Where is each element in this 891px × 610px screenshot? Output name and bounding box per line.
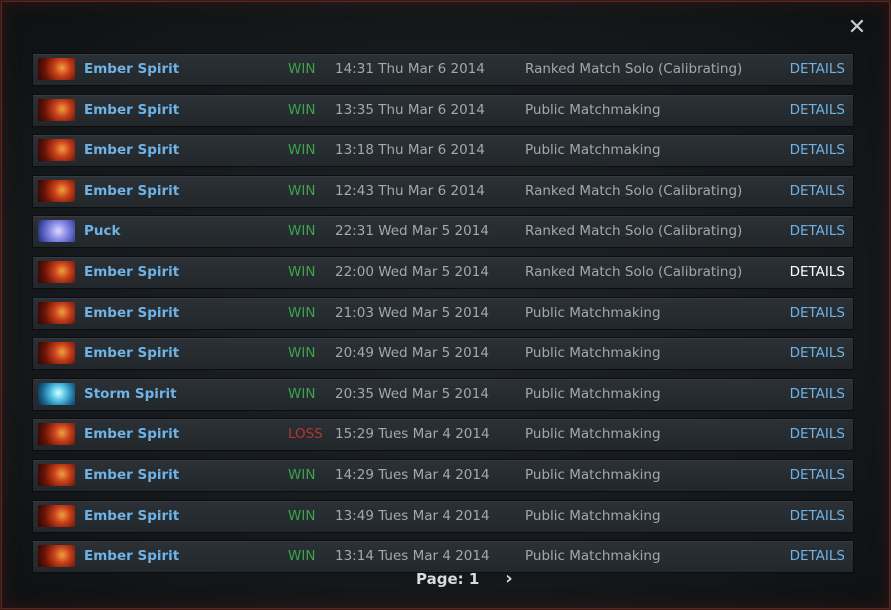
match-result: WIN xyxy=(288,304,316,321)
match-result: WIN xyxy=(288,223,316,240)
match-mode: Ranked Match Solo (Calibrating) xyxy=(525,263,743,280)
match-row[interactable]: Ember Spirit WIN 13:49 Tues Mar 4 2014 P… xyxy=(32,499,854,533)
match-result: WIN xyxy=(288,182,316,199)
match-time: 15:29 Tues Mar 4 2014 xyxy=(335,426,490,443)
ember-hero-icon xyxy=(38,504,75,527)
hero-name[interactable]: Ember Spirit xyxy=(84,298,179,329)
match-mode: Public Matchmaking xyxy=(525,304,661,321)
match-mode: Public Matchmaking xyxy=(525,507,661,524)
hero-name[interactable]: Storm Spirit xyxy=(84,379,177,410)
ember-hero-icon xyxy=(38,260,75,283)
details-button[interactable]: DETAILS xyxy=(790,379,845,410)
match-row[interactable]: Storm Spirit WIN 20:35 Wed Mar 5 2014 Pu… xyxy=(32,377,854,411)
details-button[interactable]: DETAILS xyxy=(790,135,845,166)
match-mode: Ranked Match Solo (Calibrating) xyxy=(525,182,743,199)
ember-hero-icon xyxy=(38,463,75,486)
details-button[interactable]: DETAILS xyxy=(790,54,845,85)
hero-name[interactable]: Ember Spirit xyxy=(84,257,179,288)
puck-hero-icon xyxy=(38,220,75,243)
details-button[interactable]: DETAILS xyxy=(790,95,845,126)
match-result: WIN xyxy=(288,263,316,280)
match-result: WIN xyxy=(288,385,316,402)
hero-name[interactable]: Ember Spirit xyxy=(84,54,179,85)
match-row[interactable]: Ember Spirit WIN 14:29 Tues Mar 4 2014 P… xyxy=(32,458,854,492)
hero-name[interactable]: Ember Spirit xyxy=(84,501,179,532)
match-row[interactable]: Ember Spirit WIN 12:43 Thu Mar 6 2014 Ra… xyxy=(32,174,854,208)
match-mode: Public Matchmaking xyxy=(525,142,661,159)
match-mode: Ranked Match Solo (Calibrating) xyxy=(525,61,743,77)
ember-hero-icon xyxy=(38,58,75,80)
match-row[interactable]: Ember Spirit WIN 13:18 Thu Mar 6 2014 Pu… xyxy=(32,134,854,168)
chevron-right-icon[interactable]: › xyxy=(500,567,518,591)
match-row[interactable]: Ember Spirit WIN 21:03 Wed Mar 5 2014 Pu… xyxy=(32,296,854,330)
match-row[interactable]: Puck WIN 22:31 Wed Mar 5 2014 Ranked Mat… xyxy=(32,215,854,249)
details-button[interactable]: DETAILS xyxy=(790,501,845,532)
hero-name[interactable]: Ember Spirit xyxy=(84,460,179,491)
match-result: LOSS xyxy=(288,426,323,443)
match-mode: Public Matchmaking xyxy=(525,101,661,118)
hero-name[interactable]: Puck xyxy=(84,216,121,247)
match-time: 12:43 Thu Mar 6 2014 xyxy=(335,182,485,199)
hero-name[interactable]: Ember Spirit xyxy=(84,419,179,450)
match-mode: Public Matchmaking xyxy=(525,426,661,443)
details-button[interactable]: DETAILS xyxy=(790,176,845,207)
ember-hero-icon xyxy=(38,98,75,121)
details-button[interactable]: DETAILS xyxy=(790,257,845,288)
details-button[interactable]: DETAILS xyxy=(790,298,845,329)
details-button[interactable]: DETAILS xyxy=(790,216,845,247)
match-result: WIN xyxy=(288,61,316,77)
match-time: 22:00 Wed Mar 5 2014 xyxy=(335,263,489,280)
match-history-dialog: ✕ Ember Spirit WIN 14:31 Thu Mar 6 2014 … xyxy=(0,0,891,610)
match-row[interactable]: Ember Spirit WIN 22:00 Wed Mar 5 2014 Ra… xyxy=(32,255,854,289)
hero-name[interactable]: Ember Spirit xyxy=(84,135,179,166)
ember-hero-icon xyxy=(38,179,75,202)
hero-name[interactable]: Ember Spirit xyxy=(84,338,179,369)
match-mode: Public Matchmaking xyxy=(525,466,661,483)
storm-hero-icon xyxy=(38,382,75,405)
match-time: 22:31 Wed Mar 5 2014 xyxy=(335,223,489,240)
match-mode: Public Matchmaking xyxy=(525,345,661,362)
ember-hero-icon xyxy=(38,139,75,162)
match-time: 21:03 Wed Mar 5 2014 xyxy=(335,304,489,321)
hero-name[interactable]: Ember Spirit xyxy=(84,176,179,207)
match-time: 14:29 Tues Mar 4 2014 xyxy=(335,466,490,483)
match-result: WIN xyxy=(288,101,316,118)
details-button[interactable]: DETAILS xyxy=(790,419,845,450)
ember-hero-icon xyxy=(38,301,75,324)
pagination: Page: 1 › xyxy=(1,567,891,591)
match-time: 13:49 Tues Mar 4 2014 xyxy=(335,507,490,524)
details-button[interactable]: DETAILS xyxy=(790,460,845,491)
match-row[interactable]: Ember Spirit WIN 20:49 Wed Mar 5 2014 Pu… xyxy=(32,337,854,371)
match-result: WIN xyxy=(288,345,316,362)
match-time: 14:31 Thu Mar 6 2014 xyxy=(335,61,485,77)
match-time: 20:35 Wed Mar 5 2014 xyxy=(335,385,489,402)
match-row[interactable]: Ember Spirit WIN 13:35 Thu Mar 6 2014 Pu… xyxy=(32,93,854,127)
page-label: Page: 1 xyxy=(416,570,480,588)
match-mode: Ranked Match Solo (Calibrating) xyxy=(525,223,743,240)
details-button[interactable]: DETAILS xyxy=(790,338,845,369)
match-time: 20:49 Wed Mar 5 2014 xyxy=(335,345,489,362)
match-time: 13:35 Thu Mar 6 2014 xyxy=(335,101,485,118)
match-time: 13:18 Thu Mar 6 2014 xyxy=(335,142,485,159)
match-result: WIN xyxy=(288,466,316,483)
ember-hero-icon xyxy=(38,423,75,446)
match-result: WIN xyxy=(288,507,316,524)
match-list: Ember Spirit WIN 14:31 Thu Mar 6 2014 Ra… xyxy=(32,53,854,581)
match-mode: Public Matchmaking xyxy=(525,385,661,402)
match-row[interactable]: Ember Spirit WIN 14:31 Thu Mar 6 2014 Ra… xyxy=(32,53,854,86)
ember-hero-icon xyxy=(38,342,75,365)
match-row[interactable]: Ember Spirit LOSS 15:29 Tues Mar 4 2014 … xyxy=(32,418,854,452)
close-icon[interactable]: ✕ xyxy=(846,17,868,39)
match-result: WIN xyxy=(288,142,316,159)
hero-name[interactable]: Ember Spirit xyxy=(84,95,179,126)
ember-hero-icon xyxy=(38,545,75,568)
